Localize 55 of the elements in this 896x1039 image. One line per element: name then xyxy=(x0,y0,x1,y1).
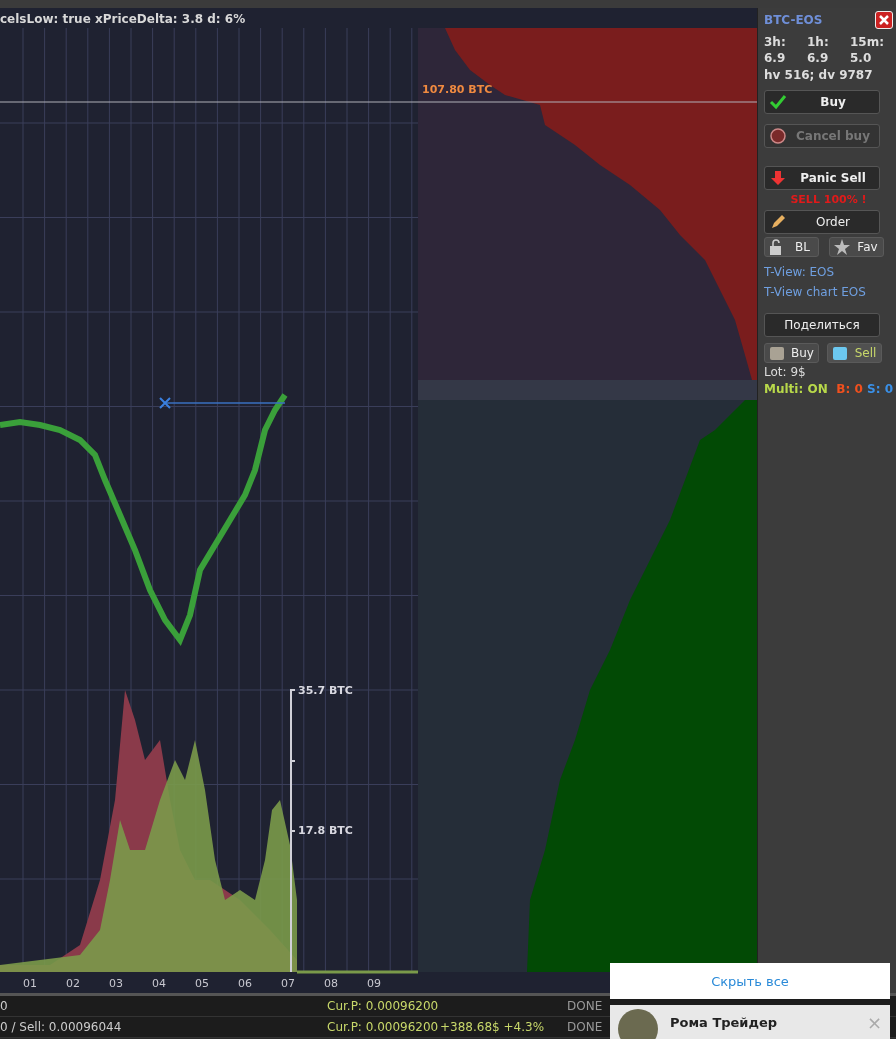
price-label: 107.80 BTC xyxy=(422,83,493,96)
hour-label: 08 xyxy=(324,977,338,990)
pencil-icon xyxy=(769,213,787,231)
avatar xyxy=(618,1009,658,1039)
order-state: DONE xyxy=(567,999,603,1013)
tradingview-link[interactable]: T-View: EOS xyxy=(764,265,893,279)
buy-button[interactable]: Buy xyxy=(764,343,819,363)
hour-label: 05 xyxy=(195,977,209,990)
blacklist-button[interactable]: BL xyxy=(764,237,819,257)
hour-label: 09 xyxy=(367,977,381,990)
multi-status: Multi: ON xyxy=(764,382,828,396)
hour-label: 03 xyxy=(109,977,123,990)
volume-text: hv 516; dv 9787 xyxy=(764,68,874,82)
box-icon xyxy=(768,344,786,362)
hour-label: 07 xyxy=(281,977,295,990)
favorite-button[interactable]: Fav xyxy=(829,237,884,257)
order-button[interactable]: Order xyxy=(764,210,880,234)
hour-label: 06 xyxy=(238,977,252,990)
order-text: 0 xyxy=(0,999,8,1013)
volume-label: 35.7 BTC xyxy=(298,684,353,697)
check-icon xyxy=(769,93,787,111)
down-arrow-icon xyxy=(769,169,787,187)
order-text: 0 / Sell: 0.00096044 xyxy=(0,1020,122,1034)
stat-value: 6.9 xyxy=(807,50,830,66)
sender-name: Рома Трейдер xyxy=(670,1014,779,1030)
stat-label: 3h: xyxy=(764,34,787,50)
close-button[interactable] xyxy=(875,11,893,29)
hour-label: 02 xyxy=(66,977,80,990)
sell-count: S: 0 xyxy=(867,382,893,396)
current-price: Cur.P: 0.00096200 xyxy=(327,999,439,1013)
pair-title: BTC-EOS xyxy=(764,13,823,27)
tradingview-link[interactable]: T-View chart EOS xyxy=(764,285,893,299)
buy-count: B: 0 xyxy=(836,382,863,396)
sell-button[interactable]: Sell xyxy=(827,343,882,363)
star-icon xyxy=(833,238,851,256)
status-text: celsLow: true xPriceDelta: 3.8 d: 6% xyxy=(0,12,246,26)
close-icon xyxy=(879,15,889,25)
panic-sell-button[interactable]: Panic Sell xyxy=(764,166,880,190)
stat-value: 5.0 xyxy=(850,50,873,66)
hour-label: 01 xyxy=(23,977,37,990)
stat-label: 1h: xyxy=(807,34,830,50)
share-button[interactable]: Поделиться xyxy=(764,313,880,337)
current-price: Cur.P: 0.00096200 xyxy=(327,1020,439,1034)
lot-text: Lot: 9$ xyxy=(764,365,807,379)
stop-icon xyxy=(769,127,787,145)
order-state: DONE xyxy=(567,1020,603,1034)
stat-value: 6.9 xyxy=(764,50,787,66)
sell-warning: SELL 100% ! xyxy=(789,193,868,206)
hide-all-button[interactable]: Скрыть все xyxy=(610,963,890,999)
box-icon xyxy=(831,344,849,362)
profit-text: +388.68$ +4.3% xyxy=(440,1020,545,1034)
stat-label: 15m: xyxy=(850,34,885,50)
buy-button[interactable]: Buy xyxy=(764,90,880,114)
volume-label: 17.8 BTC xyxy=(298,824,353,837)
hour-label: 04 xyxy=(152,977,166,990)
